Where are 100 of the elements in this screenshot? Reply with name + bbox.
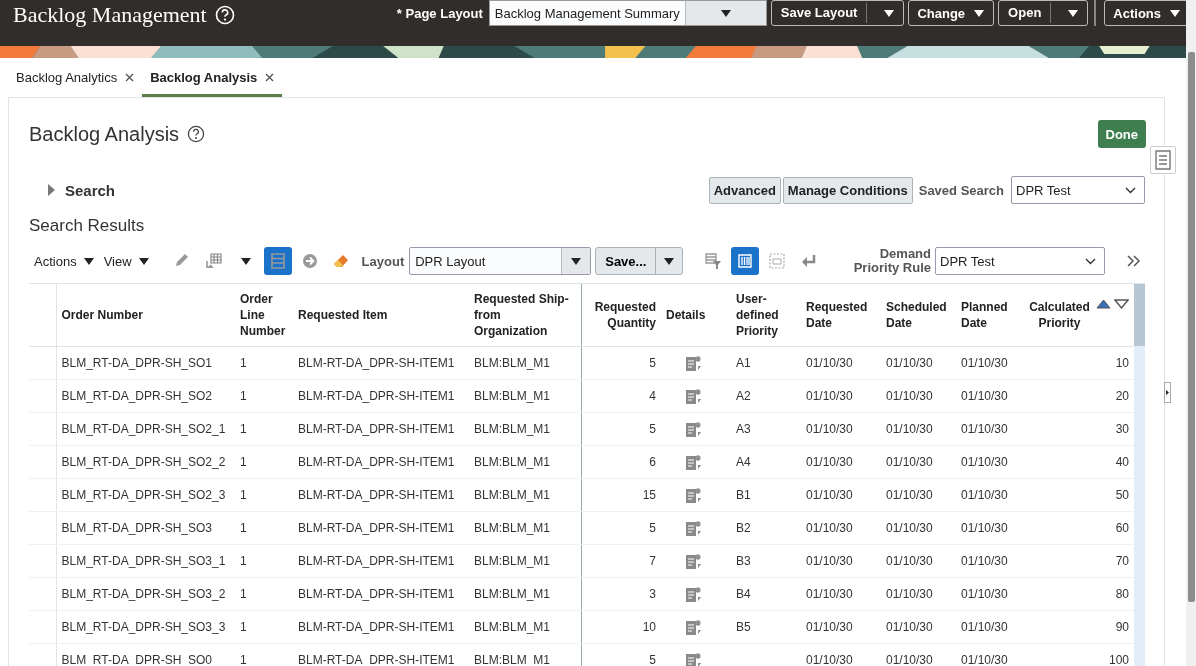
- close-icon[interactable]: [265, 73, 275, 82]
- table-cell: 40: [1115, 455, 1129, 469]
- chevron-down-icon: [1085, 257, 1096, 265]
- table-cell: B4: [736, 587, 751, 601]
- notes-icon[interactable]: [685, 420, 702, 438]
- field-label: Saved Search: [918, 182, 1004, 198]
- table-cell: BLM_RT-DA_DPR-SH_SO2_2: [61, 455, 226, 469]
- tab[interactable]: Backlog Analysis: [142, 58, 283, 97]
- detach-icon: [768, 252, 787, 270]
- collapse-handle-icon[interactable]: [1164, 382, 1171, 403]
- table-cell: 01/10/30: [961, 422, 1008, 436]
- table-cell: BLM:BLM_M1: [474, 521, 551, 535]
- notes-icon[interactable]: [685, 453, 702, 471]
- double-chevron-icon[interactable]: [1127, 255, 1140, 267]
- field-label: Demand Priority Rule: [852, 247, 931, 275]
- scrollbar[interactable]: [1134, 284, 1145, 666]
- toolbar-menu[interactable]: Actions: [29, 253, 99, 269]
- column-header[interactable]: Details: [666, 307, 726, 323]
- priority-rule-select[interactable]: DPR Test: [935, 247, 1105, 275]
- document-icon: [1155, 150, 1171, 170]
- table-cell: 01/10/30: [961, 521, 1008, 535]
- notes-icon[interactable]: [685, 387, 702, 405]
- column-header[interactable]: Planned Date: [961, 299, 1016, 331]
- layout-select[interactable]: DPR Layout: [409, 247, 592, 275]
- table-cell: 30: [1115, 422, 1129, 436]
- table-cell: BLM:BLM_M1: [474, 653, 551, 666]
- table-cell: 1: [240, 389, 247, 403]
- table-cell: 5: [649, 653, 656, 666]
- panel-toggle-button[interactable]: [1150, 146, 1176, 174]
- table-cell: 01/10/30: [886, 620, 933, 634]
- help-icon[interactable]: [187, 125, 206, 143]
- page-layout-select[interactable]: Backlog Management Summary: [488, 0, 767, 26]
- caret-icon: [719, 8, 732, 18]
- table-cell: 1: [240, 356, 247, 370]
- table-cell: 01/10/30: [886, 587, 933, 601]
- header-menu-button[interactable]: Save Layout: [770, 0, 905, 26]
- search-toggle[interactable]: Search: [47, 181, 116, 199]
- table-cell: 01/10/30: [806, 653, 853, 666]
- search-button[interactable]: Advanced: [708, 176, 781, 204]
- table-cell: 6: [649, 455, 656, 469]
- table-cell: A1: [736, 356, 751, 370]
- table-cell: B3: [736, 554, 751, 568]
- column-header[interactable]: Requested Ship-from Organization: [474, 291, 576, 339]
- close-icon[interactable]: [125, 73, 135, 82]
- table-cell: 5: [649, 422, 656, 436]
- header-menu-button[interactable]: Change: [908, 0, 995, 26]
- arrow-circle-icon: [300, 252, 319, 270]
- section-title: Search Results: [29, 216, 146, 237]
- table-cell: 01/10/30: [886, 455, 933, 469]
- column-header[interactable]: Requested Date: [806, 299, 876, 331]
- save-button[interactable]: Save...: [595, 247, 684, 275]
- column-header[interactable]: Requested Item: [298, 307, 464, 323]
- table-cell: BLM-RT-DA_DPR-SH-ITEM1: [298, 587, 455, 601]
- done-button[interactable]: Done: [1097, 120, 1146, 148]
- table-cell: 4: [649, 389, 656, 403]
- table-cell: 10: [642, 620, 656, 634]
- table-cell: BLM-RT-DA_DPR-SH-ITEM1: [298, 653, 455, 666]
- table-cell: 01/10/30: [806, 521, 853, 535]
- tab[interactable]: Backlog Analytics: [8, 58, 143, 97]
- table-cell: BLM_RT-DA_DPR-SH_SO3_2: [61, 587, 226, 601]
- saved-search-select[interactable]: DPR Test: [1011, 176, 1145, 204]
- notes-icon[interactable]: [685, 486, 702, 504]
- table-cell: 1: [240, 488, 247, 502]
- notes-icon[interactable]: [685, 618, 702, 636]
- table-cell: B1: [736, 488, 751, 502]
- sort-ascending-icon[interactable]: [1096, 299, 1111, 309]
- column-header[interactable]: Order Number: [61, 307, 230, 323]
- table-cell: BLM:BLM_M1: [474, 422, 551, 436]
- table-cell: BLM:BLM_M1: [474, 455, 551, 469]
- table-cell: 01/10/30: [886, 554, 933, 568]
- eraser-icon: [332, 252, 351, 270]
- scrollbar[interactable]: [1188, 52, 1195, 602]
- notes-icon[interactable]: [685, 354, 702, 372]
- table-cell: 1: [240, 521, 247, 535]
- column-header[interactable]: User-defined Priority: [736, 291, 796, 339]
- notes-icon[interactable]: [685, 552, 702, 570]
- notes-icon[interactable]: [685, 651, 702, 666]
- header-menu-button[interactable]: Open: [998, 0, 1089, 26]
- table-cell: 01/10/30: [806, 587, 853, 601]
- column-header[interactable]: Order Line Number: [240, 291, 288, 339]
- column-header[interactable]: Scheduled Date: [886, 299, 951, 331]
- table-cell: BLM_RT-DA_DPR-SH_SO0: [61, 653, 212, 666]
- table-cell: BLM:BLM_M1: [474, 488, 551, 502]
- sort-descending-icon[interactable]: [1114, 299, 1129, 309]
- column-header[interactable]: Calculated Priority: [1026, 299, 1093, 331]
- table-cell: 01/10/30: [961, 653, 1008, 666]
- search-button[interactable]: Manage Conditions: [782, 176, 913, 204]
- table-cell: BLM-RT-DA_DPR-SH-ITEM1: [298, 455, 455, 469]
- table-cell: BLM:BLM_M1: [474, 554, 551, 568]
- notes-icon[interactable]: [685, 519, 702, 537]
- notes-icon[interactable]: [685, 585, 702, 603]
- table-edit-icon: [204, 252, 223, 270]
- table-cell: 01/10/30: [886, 389, 933, 403]
- table-cell: BLM:BLM_M1: [474, 389, 551, 403]
- table-cell: 1: [240, 554, 247, 568]
- column-header[interactable]: Requested Quantity: [586, 299, 656, 331]
- toolbar-menu[interactable]: View: [98, 253, 154, 269]
- table-cell: 01/10/30: [961, 356, 1008, 370]
- table-cell: 1: [240, 620, 247, 634]
- table-cell: 1: [240, 587, 247, 601]
